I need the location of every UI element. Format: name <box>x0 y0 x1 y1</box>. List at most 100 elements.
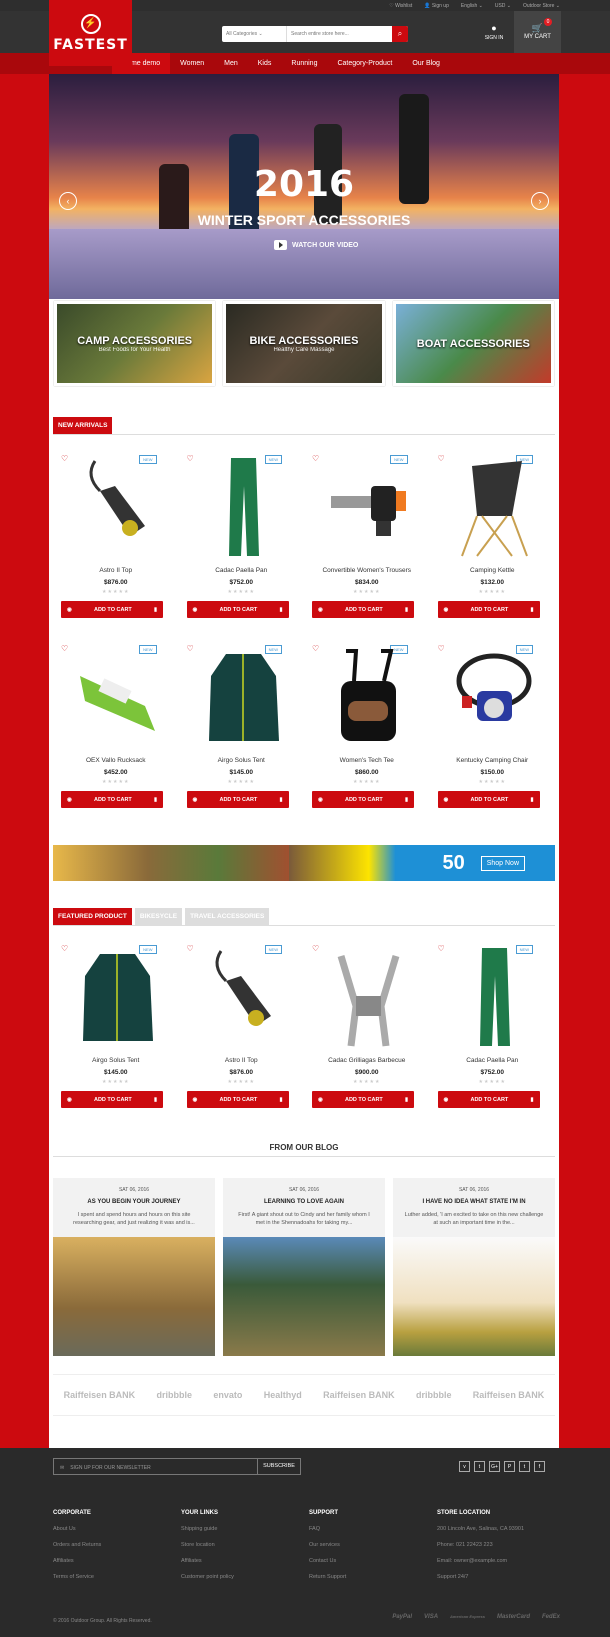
compare-icon[interactable]: ▮ <box>279 1097 282 1103</box>
shop-now-button[interactable]: Shop Now <box>480 855 525 871</box>
email-text[interactable]: Email: owner@example.com <box>437 1558 557 1564</box>
heart-icon[interactable]: ♡ <box>312 644 319 653</box>
nav-item-men[interactable]: Men <box>214 53 248 74</box>
heart-icon[interactable]: ♡ <box>61 454 68 463</box>
product-name[interactable]: Convertible Women's Trousers <box>304 567 430 574</box>
compare-icon[interactable]: ▮ <box>279 797 282 803</box>
twitter-icon[interactable]: t <box>519 1461 530 1472</box>
eye-icon[interactable]: ◉ <box>193 1097 198 1103</box>
facebook-icon[interactable]: f <box>534 1461 545 1472</box>
tab-featured-product[interactable]: FEATURED PRODUCT <box>53 908 132 925</box>
heart-icon[interactable]: ♡ <box>61 944 68 953</box>
vimeo-icon[interactable]: v <box>459 1461 470 1472</box>
brand-logo[interactable]: Raiffeisen BANK <box>473 1390 545 1400</box>
add-to-cart-button[interactable]: ◉ ADD TO CART ▮ <box>312 791 414 808</box>
add-to-cart-button[interactable]: ◉ ADD TO CART ▮ <box>186 791 289 808</box>
footer-link[interactable]: Customer point policy <box>181 1574 301 1580</box>
product-card[interactable]: ♡ NEW Astro II Top $876.00 ★★★★★ ◉ ADD TO… <box>53 448 179 638</box>
brand-logo[interactable]: envato <box>213 1390 242 1400</box>
compare-icon[interactable]: ▮ <box>154 607 157 613</box>
compare-icon[interactable]: ▮ <box>279 607 282 613</box>
eye-icon[interactable]: ◉ <box>444 1097 449 1103</box>
compare-icon[interactable]: ▮ <box>154 797 157 803</box>
category-camp[interactable]: CAMP ACCESSORIES Best Foods for Your Hea… <box>54 301 216 386</box>
nav-item-kids[interactable]: Kids <box>248 53 282 74</box>
nav-item-blog[interactable]: Our Blog <box>402 53 450 74</box>
product-name[interactable]: Kentucky Camping Chair <box>430 757 556 764</box>
compare-icon[interactable]: ▮ <box>530 797 533 803</box>
heart-icon[interactable]: ♡ <box>187 944 194 953</box>
language-select[interactable]: English ⌄ <box>461 3 483 9</box>
product-name[interactable]: OEX Vallo Rucksack <box>53 757 179 764</box>
eye-icon[interactable]: ◉ <box>444 797 449 803</box>
heart-icon[interactable]: ♡ <box>187 644 194 653</box>
product-name[interactable]: Astro II Top <box>53 567 179 574</box>
product-name[interactable]: Cadac Grilliagas Barbecue <box>304 1057 430 1064</box>
brand-logo[interactable]: Raiffeisen BANK <box>64 1390 136 1400</box>
product-card[interactable]: ♡ NEW Convertible Women's Trousers $834.… <box>304 448 430 638</box>
compare-icon[interactable]: ▮ <box>405 797 408 803</box>
nav-item-running[interactable]: Running <box>281 53 327 74</box>
footer-link[interactable]: Orders and Returns <box>53 1542 173 1548</box>
add-to-cart-button[interactable]: ◉ ADD TO CART ▮ <box>437 791 540 808</box>
signin-button[interactable]: ● SIGN IN <box>479 23 509 41</box>
footer-link[interactable]: Our services <box>309 1542 429 1548</box>
blog-card[interactable]: SAT 06, 2016 I HAVE NO IDEA WHAT STATE I… <box>393 1178 555 1356</box>
logo[interactable]: ⚡ FASTEST <box>49 0 132 66</box>
cart-button[interactable]: 🛒 0 MY CART <box>514 11 561 53</box>
product-card[interactable]: ♡ NEW Airgo Solus Tent $145.00 ★★★★★ ◉ AD… <box>53 938 179 1128</box>
blog-title[interactable]: LEARNING TO LOVE AGAIN <box>223 1199 385 1205</box>
heart-icon[interactable]: ♡ <box>187 454 194 463</box>
blog-title[interactable]: AS YOU BEGIN YOUR JOURNEY <box>53 1199 215 1205</box>
category-select[interactable]: All Categories ⌄ <box>222 26 287 42</box>
nav-item-category-product[interactable]: Category-Product <box>327 53 402 74</box>
eye-icon[interactable]: ◉ <box>444 607 449 613</box>
pinterest-icon[interactable]: P <box>504 1461 515 1472</box>
eye-icon[interactable]: ◉ <box>67 1097 72 1103</box>
add-to-cart-button[interactable]: ◉ ADD TO CART ▮ <box>61 601 163 618</box>
product-card[interactable]: ♡ NEW Cadac Paella Pan $752.00 ★★★★★ ◉ AD… <box>179 448 305 638</box>
promo-banner[interactable]: 50 Shop Now <box>53 845 555 881</box>
product-card[interactable]: ♡ Cadac Grilliagas Barbecue $900.00 ★★★★… <box>304 938 430 1128</box>
watch-video-button[interactable]: WATCH OUR VIDEO <box>274 240 358 250</box>
heart-icon[interactable]: ♡ <box>438 454 445 463</box>
product-name[interactable]: Astro II Top <box>179 1057 305 1064</box>
footer-link[interactable]: Store location <box>181 1542 301 1548</box>
product-name[interactable]: Airgo Solus Tent <box>53 1057 179 1064</box>
product-name[interactable]: Cadac Paella Pan <box>430 1057 556 1064</box>
slider-prev-button[interactable]: ‹ <box>59 192 77 210</box>
product-name[interactable]: Airgo Solus Tent <box>179 757 305 764</box>
add-to-cart-button[interactable]: ◉ ADD TO CART ▮ <box>437 1091 540 1108</box>
eye-icon[interactable]: ◉ <box>67 797 72 803</box>
blog-card[interactable]: SAT 06, 2016 LEARNING TO LOVE AGAIN Firs… <box>223 1178 385 1356</box>
footer-link[interactable]: Affiliates <box>181 1558 301 1564</box>
add-to-cart-button[interactable]: ◉ ADD TO CART ▮ <box>312 1091 414 1108</box>
footer-link[interactable]: Affiliates <box>53 1558 173 1564</box>
eye-icon[interactable]: ◉ <box>67 607 72 613</box>
footer-link[interactable]: Terms of Service <box>53 1574 173 1580</box>
tab-travel-accessories[interactable]: TRAVEL ACCESSORIES <box>185 908 270 925</box>
google-plus-icon[interactable]: G+ <box>489 1461 500 1472</box>
eye-icon[interactable]: ◉ <box>193 607 198 613</box>
eye-icon[interactable]: ◉ <box>318 797 323 803</box>
product-card[interactable]: ♡ NEW Camping Kettle $132.00 ★★★★★ ◉ ADD … <box>430 448 556 638</box>
footer-link[interactable]: FAQ <box>309 1526 429 1532</box>
tab-bikesycle[interactable]: BIKESYCLE <box>134 908 183 925</box>
search-input[interactable] <box>287 26 392 42</box>
product-card[interactable]: ♡ NEW Airgo Solus Tent $145.00 ★★★★★ ◉ AD… <box>179 638 305 828</box>
compare-icon[interactable]: ▮ <box>530 607 533 613</box>
product-card[interactable]: ♡ NEW Kentucky Camping Chair $150.00 ★★★… <box>430 638 556 828</box>
eye-icon[interactable]: ◉ <box>318 1097 323 1103</box>
add-to-cart-button[interactable]: ◉ ADD TO CART ▮ <box>312 601 414 618</box>
slider-next-button[interactable]: › <box>531 192 549 210</box>
compare-icon[interactable]: ▮ <box>154 1097 157 1103</box>
add-to-cart-button[interactable]: ◉ ADD TO CART ▮ <box>186 1091 289 1108</box>
product-card[interactable]: ♡ NEW Cadac Paella Pan $752.00 ★★★★★ ◉ AD… <box>430 938 556 1128</box>
product-name[interactable]: Women's Tech Tee <box>304 757 430 764</box>
heart-icon[interactable]: ♡ <box>61 644 68 653</box>
wishlist-link[interactable]: ♡ Wishlist <box>389 3 412 9</box>
blog-card[interactable]: SAT 06, 2016 AS YOU BEGIN YOUR JOURNEY I… <box>53 1178 215 1356</box>
product-name[interactable]: Camping Kettle <box>430 567 556 574</box>
footer-link[interactable]: Contact Us <box>309 1558 429 1564</box>
eye-icon[interactable]: ◉ <box>193 797 198 803</box>
